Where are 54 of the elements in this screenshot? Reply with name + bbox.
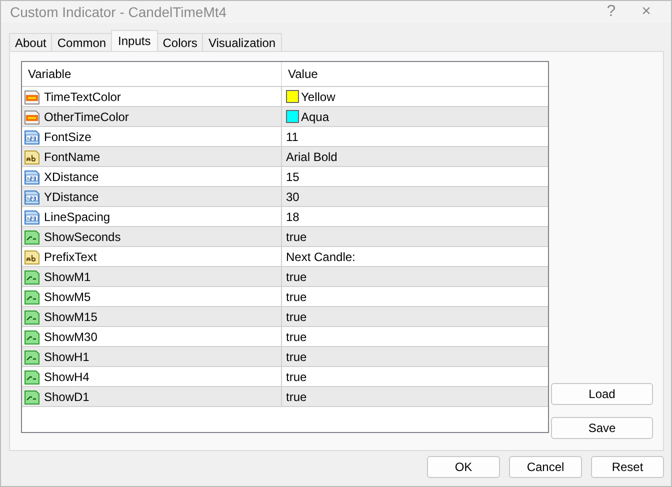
column-header[interactable]: Value <box>282 62 318 86</box>
variable-value[interactable]: 30 <box>286 190 300 204</box>
boolean-icon <box>24 328 40 344</box>
variable-name: XDistance <box>44 170 99 184</box>
window-title: Custom Indicator - CandelTimeMt4 <box>9 4 227 20</box>
variable-name: ShowH4 <box>44 370 90 384</box>
boolean-icon <box>24 308 40 324</box>
variable-value[interactable]: Arial Bold <box>286 150 338 164</box>
variable-value[interactable]: true <box>286 230 307 244</box>
action-button[interactable]: Load <box>551 383 653 405</box>
variable-value[interactable]: Aqua <box>301 110 330 124</box>
variable-name: LineSpacing <box>44 210 110 224</box>
text-icon <box>24 248 40 264</box>
variable-value[interactable]: 15 <box>286 170 300 184</box>
dialog-button[interactable]: OK <box>427 456 500 478</box>
text-icon <box>24 148 40 164</box>
variable-name: ShowM30 <box>44 330 98 344</box>
variable-value[interactable]: true <box>286 290 307 304</box>
boolean-icon <box>24 388 40 404</box>
variable-value[interactable]: true <box>286 310 307 324</box>
variable-value[interactable]: 11 <box>286 130 298 144</box>
variable-name: ShowM5 <box>44 290 91 304</box>
boolean-icon <box>24 348 40 364</box>
dialog-button[interactable]: Reset <box>591 456 664 478</box>
variable-name: FontName <box>44 150 100 164</box>
column-header[interactable]: Variable <box>22 62 282 86</box>
variable-value[interactable]: Next Candle: <box>286 250 356 264</box>
boolean-icon <box>24 368 40 384</box>
variable-name: OtherTimeColor <box>44 110 129 124</box>
variable-name: FontSize <box>44 130 92 144</box>
variable-value[interactable]: true <box>286 370 307 384</box>
variable-name: ShowM1 <box>44 270 91 284</box>
variable-name: PrefixText <box>44 250 97 264</box>
variable-name: ShowSeconds <box>44 230 121 244</box>
variable-value[interactable]: true <box>286 270 307 284</box>
boolean-icon <box>24 288 40 304</box>
variable-value[interactable]: true <box>286 350 307 364</box>
action-button[interactable]: Save <box>551 417 653 439</box>
variable-name: ShowM15 <box>44 310 98 324</box>
number-icon <box>24 188 40 204</box>
variable-value[interactable]: Yellow <box>301 90 336 104</box>
tab[interactable]: Inputs <box>111 30 158 51</box>
variable-name: TimeTextColor <box>44 90 121 104</box>
boolean-icon <box>24 268 40 284</box>
boolean-icon <box>24 228 40 244</box>
variable-name: ShowH1 <box>44 350 90 364</box>
variable-value[interactable]: 18 <box>286 210 300 224</box>
tab[interactable]: Visualization <box>202 33 282 51</box>
tab[interactable]: About <box>9 33 52 51</box>
variable-value[interactable]: true <box>286 330 307 344</box>
variable-value[interactable]: true <box>286 390 307 404</box>
variable-name: ShowD1 <box>44 390 90 404</box>
variable-name: YDistance <box>44 190 99 204</box>
dialog-button[interactable]: Cancel <box>509 456 582 478</box>
